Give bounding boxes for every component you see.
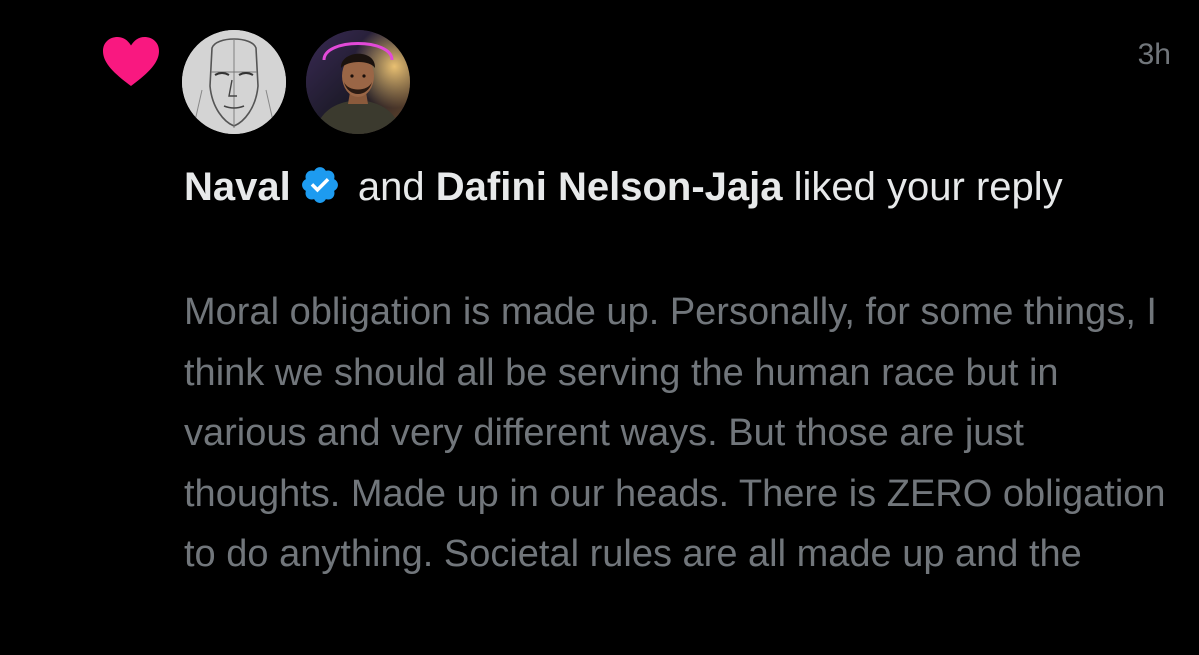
- portrait-avatar-icon: [306, 30, 410, 134]
- verified-badge-icon: [299, 164, 341, 206]
- like-notification[interactable]: 3h Naval and Dafini Nelson-Jaja liked yo…: [0, 0, 1199, 655]
- user-name-dafini-nelson-jaja[interactable]: Dafini Nelson-Jaja: [436, 165, 783, 209]
- timestamp: 3h: [1137, 38, 1171, 71]
- notification-summary: Naval and Dafini Nelson-Jaja liked your …: [184, 160, 1174, 214]
- heart-icon: [102, 36, 160, 88]
- user-name-naval[interactable]: Naval: [184, 165, 291, 209]
- reply-preview-text[interactable]: Moral obligation is made up. Personally,…: [184, 282, 1184, 585]
- connector-text: and: [357, 165, 425, 209]
- sketch-face-avatar-icon: [182, 30, 286, 134]
- action-text: liked your reply: [793, 165, 1063, 209]
- avatar-naval[interactable]: [182, 30, 286, 134]
- avatar-dafini-nelson-jaja[interactable]: [306, 30, 410, 134]
